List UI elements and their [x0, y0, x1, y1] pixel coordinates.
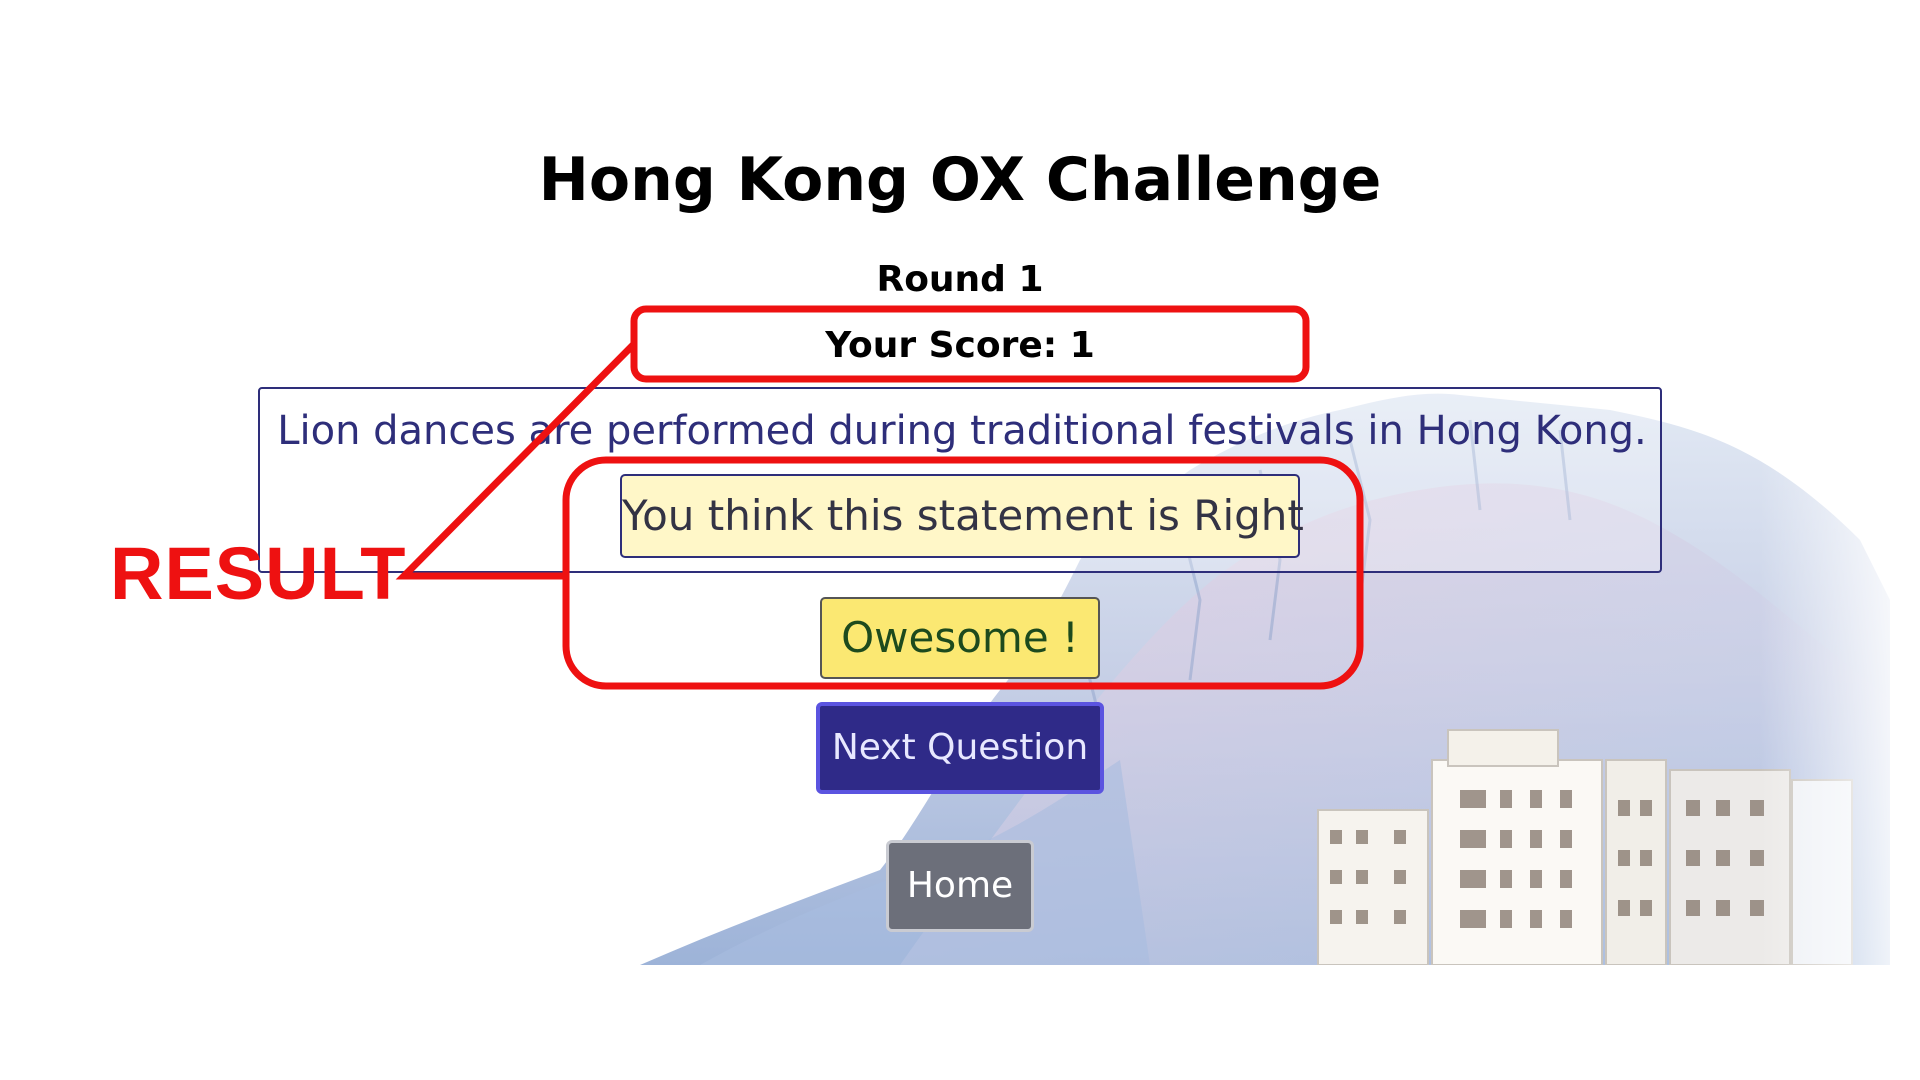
next-question-button[interactable]: Next Question [816, 702, 1104, 794]
result-message: Owesome ! [820, 597, 1100, 679]
home-button[interactable]: Home [886, 840, 1034, 932]
page: Hong Kong OX Challenge Round 1 Your Scor… [0, 0, 1920, 1080]
score-label: Your Score: 1 [825, 325, 1095, 366]
round-label: Round 1 [876, 259, 1044, 300]
question-statement: Lion dances are performed during traditi… [277, 408, 1647, 454]
page-title: Hong Kong OX Challenge [538, 145, 1382, 215]
user-answer-feedback: You think this statement is Right [620, 474, 1304, 558]
result-annotation-label: RESULT [110, 532, 407, 615]
